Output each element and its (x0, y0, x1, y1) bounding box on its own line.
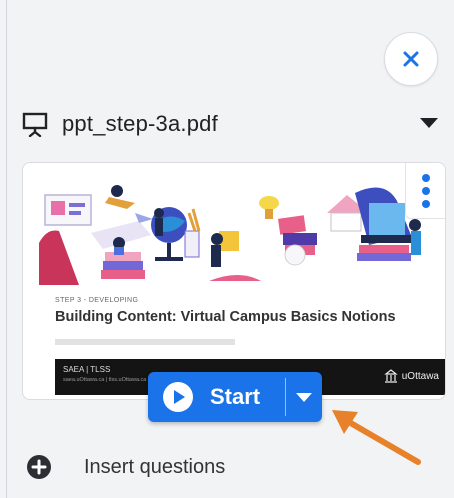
slide-title: Building Content: Virtual Campus Basics … (55, 309, 396, 325)
start-button[interactable]: Start (148, 372, 285, 422)
presenter-icon (22, 112, 48, 137)
more-options-button[interactable] (405, 163, 445, 219)
footer-sub: saea.uOttawa.ca | tlss.uOttawa.ca (63, 377, 147, 383)
file-name: ppt_step-3a.pdf (62, 111, 218, 136)
slide-subtitle-placeholder (55, 339, 235, 345)
kebab-dot-icon (421, 173, 430, 182)
building-icon (384, 369, 398, 383)
kebab-dot-icon (421, 186, 430, 195)
kebab-dot-icon (421, 199, 430, 208)
add-circle-icon (27, 455, 51, 479)
insert-questions-button[interactable]: Insert questions (26, 452, 225, 482)
logo-text: uOttawa (401, 370, 439, 382)
chevron-down-icon[interactable] (420, 118, 438, 128)
presentation-panel: ppt_step-3a.pdf STEP 3 - DEVELOPING Buil… (0, 0, 454, 498)
insert-questions-label: Insert questions (84, 455, 226, 478)
file-selector[interactable]: ppt_step-3a.pdf (22, 106, 442, 142)
start-label: Start (210, 384, 261, 409)
slide-illustration (39, 185, 421, 285)
footer-name: SAEA | TLSS (63, 365, 111, 374)
start-button-group[interactable]: Start (148, 372, 322, 422)
chevron-down-icon (296, 392, 312, 402)
slide-step-label: STEP 3 - DEVELOPING (55, 297, 139, 304)
start-options-button[interactable] (286, 372, 322, 422)
close-icon (403, 51, 419, 67)
slide-preview-card[interactable]: STEP 3 - DEVELOPING Building Content: Vi… (22, 162, 446, 400)
slide-thumbnail: STEP 3 - DEVELOPING Building Content: Vi… (39, 173, 445, 395)
play-icon (163, 382, 193, 412)
panel-divider (6, 0, 7, 498)
uottawa-logo: uOttawa (384, 369, 439, 383)
close-button[interactable] (384, 32, 438, 86)
annotation-arrow-icon (332, 410, 421, 465)
